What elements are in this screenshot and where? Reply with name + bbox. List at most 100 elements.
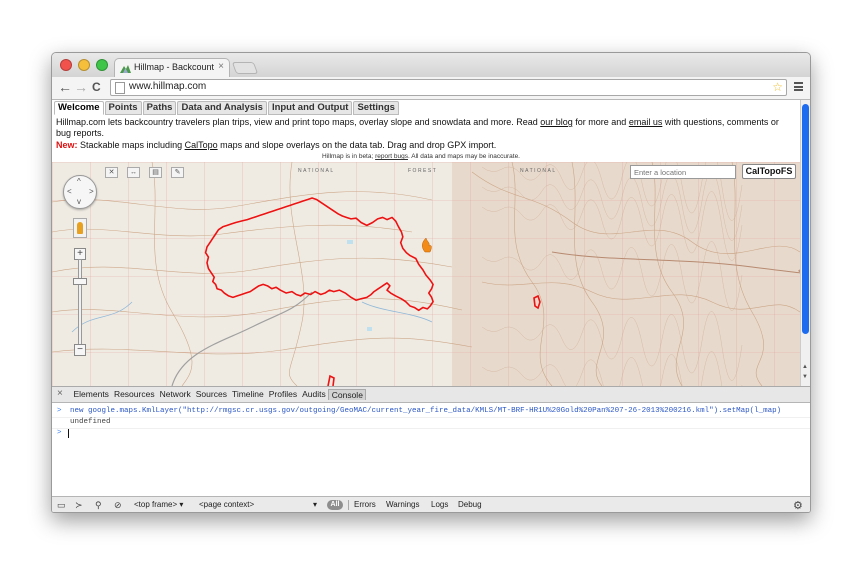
filter-logs[interactable]: Logs <box>431 500 448 510</box>
search-icon[interactable]: ⚲ <box>95 500 102 510</box>
zoom-slider-handle[interactable] <box>73 278 87 285</box>
map-tool-print[interactable]: ▤ <box>149 167 162 178</box>
page-scrollbar[interactable]: ▲ ▼ <box>800 100 810 386</box>
map-tool-measure[interactable]: ↔ <box>127 167 140 178</box>
email-us-link[interactable]: email us <box>629 117 663 127</box>
tab-elements[interactable]: Elements <box>71 389 111 400</box>
topo-map-canvas[interactable]: NATIONAL FOREST NATIONAL <box>52 162 800 386</box>
dock-icon[interactable]: ▭ <box>57 500 66 510</box>
context-dropdown-icon[interactable]: ▾ <box>313 500 317 510</box>
report-bugs-link[interactable]: report bugs <box>375 153 408 160</box>
tab-timeline[interactable]: Timeline <box>229 389 266 400</box>
frame-select-value: <top frame> <box>134 500 178 509</box>
context-select[interactable]: <page context> <box>199 500 254 510</box>
console-command: new google.maps.KmlLayer("http://rmgsc.c… <box>70 407 782 415</box>
filter-all-button[interactable]: All <box>327 500 343 510</box>
pan-down-icon[interactable]: v <box>77 198 81 206</box>
tab-resources[interactable]: Resources <box>111 389 157 400</box>
page-viewport: Welcome Points Paths Data and Analysis I… <box>52 100 810 386</box>
frame-select[interactable]: <top frame> ▾ <box>134 500 183 510</box>
url-text[interactable]: www.hillmap.com <box>129 81 206 92</box>
forward-button[interactable]: → <box>74 80 88 94</box>
reload-button[interactable]: C <box>92 80 101 94</box>
chrome-menu-icon[interactable] <box>794 82 803 91</box>
tab-network[interactable]: Network <box>157 389 193 400</box>
street-view-pegman-icon[interactable] <box>73 218 87 238</box>
console-output[interactable]: > new google.maps.KmlLayer("http://rmgsc… <box>52 403 810 488</box>
back-button[interactable]: ← <box>58 80 72 94</box>
devtools-tabs: × Elements Resources Network Sources Tim… <box>52 387 810 403</box>
console-input-line[interactable]: > <box>52 428 810 439</box>
caltopo-link[interactable]: CalTopo <box>185 140 218 150</box>
map-layer-button[interactable]: CalTopoFS <box>742 164 796 179</box>
site-tabs: Welcome Points Paths Data and Analysis I… <box>54 101 400 115</box>
scroll-down-icon[interactable]: ▼ <box>802 374 808 380</box>
devtools-panel: × Elements Resources Network Sources Tim… <box>52 386 810 512</box>
browser-window: Hillmap - Backcountry Maps × ← → C www.h… <box>51 52 811 513</box>
beta-notice: Hillmap is in beta; report bugs. All dat… <box>52 153 790 160</box>
map-tool-draw[interactable]: ✎ <box>171 167 184 178</box>
tab-points[interactable]: Points <box>104 101 142 115</box>
beta-text-part: . All data and maps may be inaccurate. <box>407 153 520 160</box>
new-label: New: <box>56 140 78 150</box>
console-result: undefined <box>70 418 111 426</box>
news-text-part: Stackable maps including <box>77 140 185 150</box>
tab-profiles[interactable]: Profiles <box>266 389 299 400</box>
tab-sources[interactable]: Sources <box>193 389 229 400</box>
news-text-part: maps and slope overlays on the data tab.… <box>217 140 497 150</box>
map-label: FOREST <box>408 168 437 174</box>
map-label: NATIONAL <box>520 168 557 174</box>
tab-title: Hillmap - Backcountry Maps <box>134 62 214 72</box>
clear-console-icon[interactable]: ⊘ <box>114 500 122 510</box>
tab-paths[interactable]: Paths <box>142 101 177 115</box>
filter-errors[interactable]: Errors <box>354 500 376 510</box>
filter-debug[interactable]: Debug <box>458 500 482 510</box>
tab-welcome[interactable]: Welcome <box>54 101 104 115</box>
devtools-status-bar: ▭ ≻ ⚲ ⊘ <top frame> ▾ <page context> ▾ A… <box>52 496 810 512</box>
title-bar: Hillmap - Backcountry Maps × <box>52 53 810 77</box>
beta-text-part: Hillmap is in beta; <box>321 153 376 160</box>
intro-text: Hillmap.com lets backcountry travelers p… <box>56 117 791 139</box>
new-tab-button[interactable] <box>231 62 259 74</box>
tab-data-and-analysis[interactable]: Data and Analysis <box>177 101 267 115</box>
show-drawer-icon[interactable]: ≻ <box>75 500 83 510</box>
minimize-window-button[interactable] <box>78 59 90 71</box>
filter-warnings[interactable]: Warnings <box>386 500 420 510</box>
map-tool-clear[interactable]: ✕ <box>105 167 118 178</box>
scrollbar-thumb[interactable] <box>802 104 809 334</box>
pan-right-icon[interactable]: > <box>89 188 94 196</box>
bookmark-star-icon[interactable]: ☆ <box>772 80 783 94</box>
pan-up-icon[interactable]: ^ <box>77 178 81 186</box>
zoom-out-button[interactable]: − <box>74 344 86 356</box>
devtools-close-icon[interactable]: × <box>57 388 63 399</box>
address-bar[interactable]: www.hillmap.com ☆ <box>110 79 787 96</box>
browser-toolbar: ← → C www.hillmap.com ☆ <box>52 77 810 100</box>
settings-gear-icon[interactable]: ⚙ <box>793 499 803 512</box>
tab-settings[interactable]: Settings <box>353 101 399 115</box>
hillmap-favicon-icon <box>120 65 131 73</box>
tab-audits[interactable]: Audits <box>300 389 329 400</box>
topo-map[interactable]: NATIONAL FOREST NATIONAL ✕ ↔ ▤ ✎ ^ < > v… <box>52 162 800 386</box>
console-prompt: > <box>57 407 62 415</box>
maximize-window-button[interactable] <box>96 59 108 71</box>
intro-text-part: for more and <box>572 117 629 127</box>
devtools-tab-list: Elements Resources Network Sources Timel… <box>71 389 367 400</box>
page-icon <box>115 82 125 94</box>
news-text: New: Stackable maps including CalTopo ma… <box>56 140 791 150</box>
context-select-value: <page context> <box>199 500 255 509</box>
tab-close-icon[interactable]: × <box>218 61 224 72</box>
tab-console[interactable]: Console <box>328 389 367 400</box>
location-search-input[interactable] <box>630 165 736 179</box>
pan-left-icon[interactable]: < <box>67 188 72 196</box>
console-prompt: > <box>57 429 62 437</box>
map-pan-control[interactable]: ^ < > v <box>63 175 97 209</box>
close-window-button[interactable] <box>60 59 72 71</box>
our-blog-link[interactable]: our blog <box>540 117 573 127</box>
tab-input-and-output[interactable]: Input and Output <box>267 101 353 115</box>
zoom-slider-track[interactable] <box>78 259 82 355</box>
map-label: NATIONAL <box>298 168 335 174</box>
console-caret <box>68 429 69 438</box>
scroll-up-icon[interactable]: ▲ <box>802 364 808 370</box>
intro-text-part: Hillmap.com lets backcountry travelers p… <box>56 117 541 127</box>
browser-tab[interactable]: Hillmap - Backcountry Maps × <box>114 58 230 77</box>
